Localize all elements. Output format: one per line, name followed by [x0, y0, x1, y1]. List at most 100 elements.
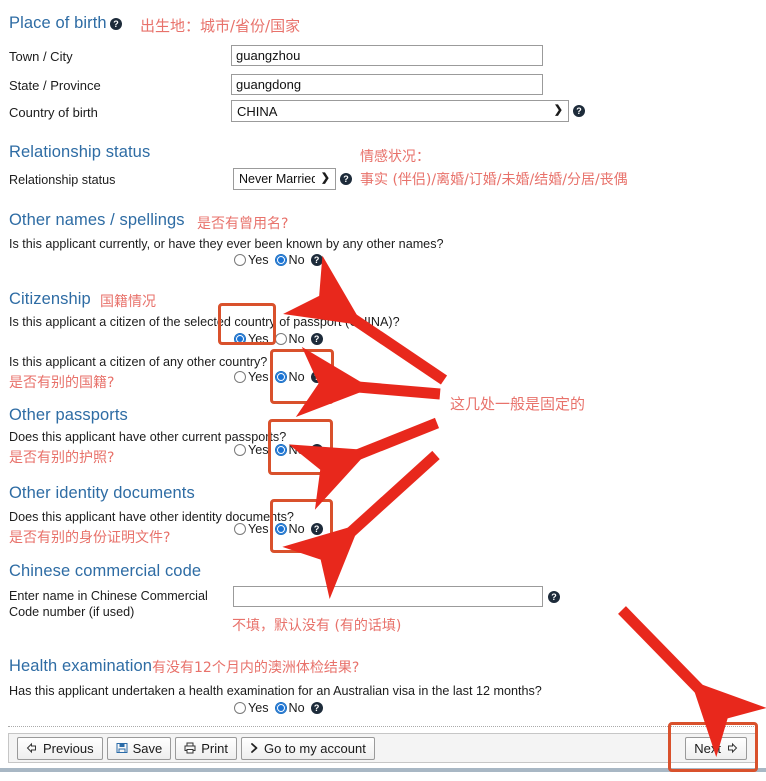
next-button[interactable]: Next [685, 736, 747, 760]
previous-button[interactable]: Previous [17, 736, 103, 760]
annotation-chinese-commercial-code: 不填，默认没有 (有的话填) [232, 618, 402, 634]
annotation-relationship-line2: 事实 (伴侣)/离婚/订婚/未婚/结婚/分居/丧偶 [360, 172, 628, 188]
state-province-input[interactable] [231, 74, 543, 95]
annotation-other-passports: 是否有别的护照? [9, 450, 115, 466]
help-icon[interactable]: ? [340, 173, 352, 185]
question-citizen-selected-country: Is this applicant a citizen of the selec… [9, 315, 400, 329]
chinese-commercial-code-input[interactable] [233, 586, 543, 607]
radio-label-no: No [288, 443, 305, 457]
section-heading-other-identity-documents: Other identity documents [9, 484, 195, 502]
save-button-label: Save [132, 740, 163, 756]
radio-other-passports-yes[interactable] [234, 444, 246, 456]
radio-citizen-selected-no[interactable] [274, 333, 287, 345]
town-city-input[interactable] [231, 45, 543, 66]
account-button-label: Go to my account [263, 740, 366, 756]
radio-group-other-identity-documents: Yes No ? [234, 522, 323, 536]
help-icon[interactable]: ? [310, 444, 323, 456]
left-arrow-icon [26, 742, 36, 754]
section-heading-health-examination: Health examination [9, 657, 153, 675]
country-of-birth-select[interactable]: CHINA [231, 100, 569, 122]
radio-label-no: No [288, 253, 305, 267]
annotation-citizenship: 国籍情况 [100, 294, 156, 310]
section-heading-citizenship: Citizenship [9, 290, 91, 308]
arrow-to-next-button [618, 606, 766, 758]
toolbar-left-group: Previous Save Print Go to my account [9, 736, 375, 760]
radio-health-exam-no[interactable] [274, 702, 287, 714]
annotation-relationship-line1: 情感状况： [360, 149, 430, 165]
help-icon[interactable]: ? [548, 591, 560, 603]
radio-label-no: No [288, 332, 305, 346]
next-button-label: Next [694, 740, 721, 756]
radio-group-citizen-other-country: Yes No ? [234, 370, 323, 384]
radio-other-names-yes[interactable] [234, 254, 246, 266]
form-toolbar: Previous Save Print Go to my account Nex… [8, 733, 758, 763]
question-other-passports: Does this applicant have other current p… [9, 430, 287, 444]
radio-other-passports-no[interactable] [274, 444, 287, 456]
radio-group-health-examination: Yes No ? [234, 701, 323, 715]
radio-other-names-no[interactable] [274, 254, 287, 266]
question-other-names: Is this applicant currently, or have the… [9, 237, 444, 251]
help-icon[interactable]: ? [310, 254, 323, 266]
radio-citizen-selected-yes[interactable] [234, 333, 246, 345]
go-to-my-account-button[interactable]: Go to my account [240, 736, 375, 760]
radio-label-yes: Yes [248, 253, 269, 267]
radio-label-yes: Yes [248, 332, 269, 346]
printer-icon [184, 742, 196, 754]
radio-group-citizen-selected-country: Yes No ? [234, 332, 323, 346]
label-state-province: State / Province [9, 78, 101, 93]
radio-label-yes: Yes [248, 701, 269, 715]
arrow-to-other-passports [288, 417, 440, 510]
annotation-citizen-other-country: 是否有别的国籍? [9, 375, 115, 391]
radio-label-yes: Yes [248, 370, 269, 384]
relationship-status-select-wrap: Never Married ❯ [233, 168, 336, 190]
relationship-status-select[interactable]: Never Married [233, 168, 336, 190]
radio-citizen-other-yes[interactable] [234, 371, 246, 383]
radio-label-yes: Yes [248, 443, 269, 457]
save-button[interactable]: Save [106, 736, 172, 760]
floppy-disk-icon [116, 743, 128, 753]
annotation-other-identity-documents: 是否有别的身份证明文件? [9, 530, 171, 546]
help-icon[interactable]: ? [310, 523, 323, 535]
print-button-label: Print [201, 740, 228, 756]
section-heading-place-of-birth: Place of birth [9, 14, 107, 32]
radio-health-exam-yes[interactable] [234, 702, 246, 714]
section-heading-other-passports: Other passports [9, 406, 128, 424]
annotation-fixed-answers: 这几处一般是固定的 [450, 395, 586, 413]
page-bottom-spacer [0, 772, 766, 781]
radio-label-no: No [288, 701, 305, 715]
section-heading-chinese-commercial-code: Chinese commercial code [9, 562, 202, 580]
section-heading-relationship-status: Relationship status [9, 143, 151, 161]
label-country-of-birth: Country of birth [9, 105, 98, 120]
chevron-right-icon [251, 743, 258, 753]
help-icon[interactable]: ? [310, 333, 323, 345]
radio-other-identity-yes[interactable] [234, 523, 246, 535]
annotation-place-of-birth: 出生地：城市/省份/国家 [140, 17, 301, 35]
label-relationship-status: Relationship status [9, 173, 116, 187]
section-heading-other-names: Other names / spellings [9, 211, 185, 229]
annotation-health-examination: 有没有12个月内的澳洲体检结果? [152, 660, 360, 676]
annotation-other-names: 是否有曾用名? [197, 216, 289, 232]
country-of-birth-select-wrap: CHINA ❯ [231, 100, 569, 122]
label-chinese-commercial-code: Enter name in Chinese Commercial Code nu… [9, 589, 208, 619]
visa-form-page: Place of birth ? 出生地：城市/省份/国家 Town / Cit… [0, 0, 766, 781]
question-health-examination: Has this applicant undertaken a health e… [9, 684, 542, 698]
radio-group-other-names: Yes No ? [234, 253, 323, 267]
help-icon[interactable]: ? [310, 371, 323, 383]
print-button[interactable]: Print [175, 736, 237, 760]
label-town-city: Town / City [9, 49, 73, 64]
help-icon[interactable]: ? [310, 702, 323, 714]
radio-other-identity-no[interactable] [274, 523, 287, 535]
radio-label-no: No [288, 522, 305, 536]
radio-label-yes: Yes [248, 522, 269, 536]
help-icon[interactable]: ? [110, 18, 122, 30]
help-icon[interactable]: ? [573, 105, 585, 117]
previous-button-label: Previous [43, 740, 94, 756]
divider [8, 726, 758, 727]
arrow-to-citizenship-q2 [295, 346, 441, 418]
question-citizen-other-country: Is this applicant a citizen of any other… [9, 355, 268, 369]
arrow-to-other-identity-documents [282, 450, 440, 599]
toolbar-right-group: Next [685, 736, 757, 760]
right-arrow-icon [728, 742, 738, 754]
radio-group-other-passports: Yes No ? [234, 443, 323, 457]
radio-citizen-other-no[interactable] [274, 371, 287, 383]
